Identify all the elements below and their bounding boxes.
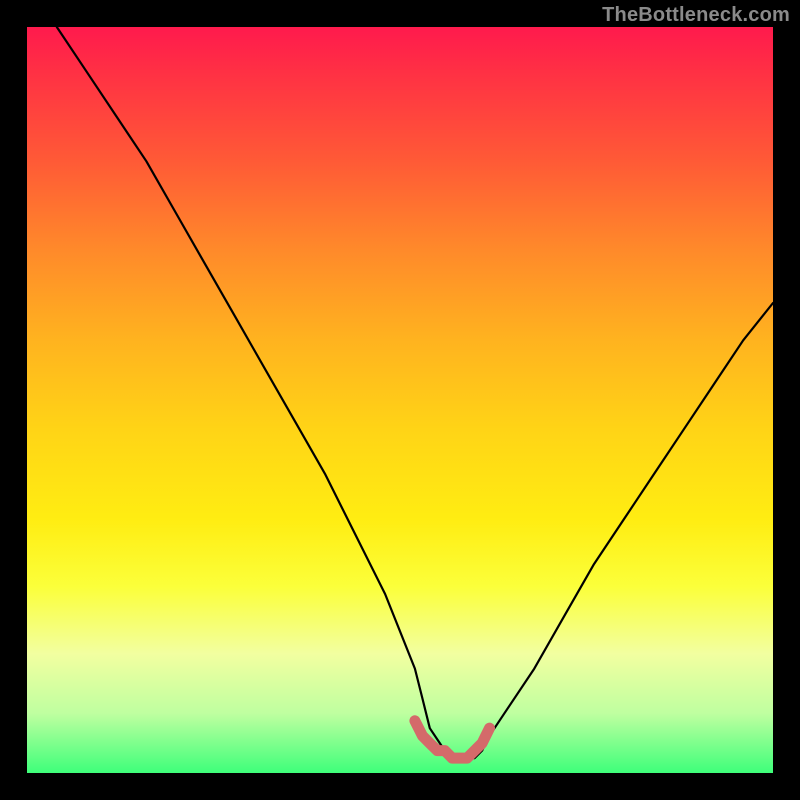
optimal-highlight	[415, 721, 490, 758]
chart-frame: TheBottleneck.com	[0, 0, 800, 800]
watermark-text: TheBottleneck.com	[602, 4, 790, 27]
bottleneck-curve	[57, 27, 773, 758]
curve-svg	[27, 27, 773, 773]
plot-area	[27, 27, 773, 773]
